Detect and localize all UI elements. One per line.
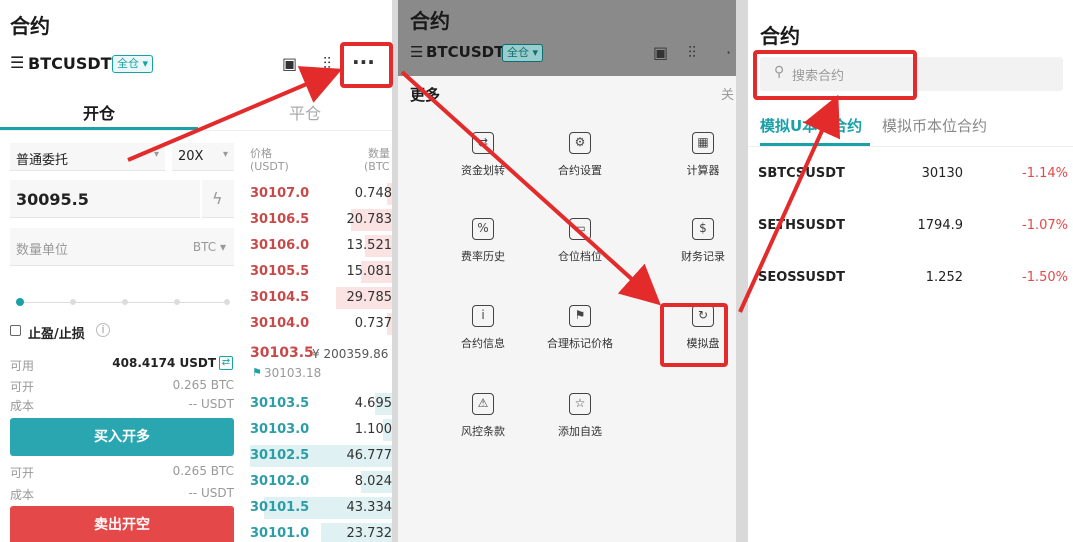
arrow-to-search [738, 94, 841, 313]
annotation-arrows [127, 66, 841, 313]
arrow-to-simulated [400, 70, 661, 306]
screenshot-root: 合约 ☰ BTCUSDT 全仓 ▾ ▣ ⫶⫶ ··· 开仓 平仓 普通委托 ▾ … [0, 0, 1073, 542]
arrow-to-more [127, 66, 343, 162]
